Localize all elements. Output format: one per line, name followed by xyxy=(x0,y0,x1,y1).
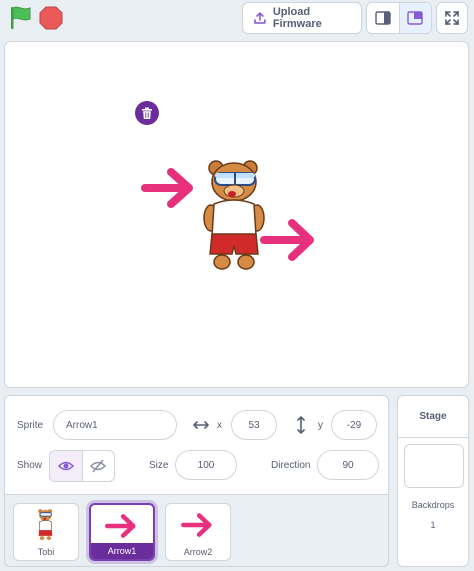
x-value: 53 xyxy=(248,419,260,431)
fullscreen-button[interactable] xyxy=(436,2,468,34)
show-sprite-button[interactable] xyxy=(50,451,82,481)
horizontal-arrows-icon xyxy=(193,421,209,429)
stage-canvas[interactable] xyxy=(4,41,469,388)
editor-window: Upload Firmware Sprite Arrow1 x 53 y -29… xyxy=(0,0,474,571)
upload-firmware-label: Upload Firmware xyxy=(272,6,322,30)
sprite-tile-arrow2[interactable]: Arrow2 xyxy=(165,503,231,561)
sprite-name-input[interactable]: Arrow1 xyxy=(53,410,177,440)
delete-sprite-button[interactable] xyxy=(135,101,159,125)
x-input[interactable]: 53 xyxy=(231,410,277,440)
sprite-tile-name: Arrow1 xyxy=(91,543,153,559)
stop-icon xyxy=(39,6,63,30)
green-flag-button[interactable] xyxy=(6,4,34,32)
large-stage-icon xyxy=(407,11,424,25)
stage-selector-pane[interactable]: Stage Backdrops 1 xyxy=(397,395,469,567)
arrow1-sprite[interactable] xyxy=(260,217,320,263)
fullscreen-icon xyxy=(445,11,459,25)
trash-icon xyxy=(142,107,152,119)
x-label: x xyxy=(217,420,222,431)
sprite-tile-tobi[interactable]: Tobi xyxy=(13,503,79,561)
backdrops-count: 1 xyxy=(430,520,436,530)
eye-hidden-icon xyxy=(90,459,107,473)
sprite-list: Tobi Arrow1 Arrow2 xyxy=(5,494,388,566)
bear-sprite-icon xyxy=(38,509,53,541)
green-flag-icon xyxy=(11,6,31,29)
y-value: -29 xyxy=(346,419,362,431)
sprite-info-pane: Sprite Arrow1 x 53 y -29 Show Size 100 D… xyxy=(4,395,389,567)
size-label: Size xyxy=(149,460,169,471)
upload-icon xyxy=(254,12,266,24)
show-label: Show xyxy=(17,460,43,471)
y-input[interactable]: -29 xyxy=(331,410,377,440)
direction-input[interactable]: 90 xyxy=(317,450,379,480)
direction-label: Direction xyxy=(271,460,311,471)
stop-button[interactable] xyxy=(38,5,64,31)
arrow2-sprite[interactable] xyxy=(141,166,199,210)
direction-value: 90 xyxy=(342,459,354,471)
backdrops-label: Backdrops xyxy=(411,500,455,510)
size-value: 100 xyxy=(197,459,215,471)
eye-icon xyxy=(57,461,74,471)
upload-firmware-button[interactable]: Upload Firmware xyxy=(242,2,362,34)
hide-sprite-button[interactable] xyxy=(81,451,114,481)
sprite-name-value: Arrow1 xyxy=(66,419,98,431)
small-stage-icon xyxy=(375,11,391,25)
arrow-sprite-icon xyxy=(105,514,136,538)
vertical-arrows-icon xyxy=(297,416,305,434)
y-label: y xyxy=(318,420,323,431)
visibility-toggle xyxy=(49,450,115,482)
sprite-tile-name: Arrow2 xyxy=(183,547,213,557)
sprite-tile-name: Tobi xyxy=(37,547,55,557)
stage-layout-toggle xyxy=(366,2,432,34)
arrow-sprite-icon xyxy=(181,513,212,537)
stage-panel-title: Stage xyxy=(398,396,468,438)
large-stage-button[interactable] xyxy=(398,3,431,33)
sprite-name-label: Sprite xyxy=(17,420,44,431)
small-stage-button[interactable] xyxy=(367,3,399,33)
size-input[interactable]: 100 xyxy=(175,450,237,480)
stage-thumbnail[interactable] xyxy=(404,444,464,488)
sprite-tile-arrow1[interactable]: Arrow1 xyxy=(89,503,155,561)
